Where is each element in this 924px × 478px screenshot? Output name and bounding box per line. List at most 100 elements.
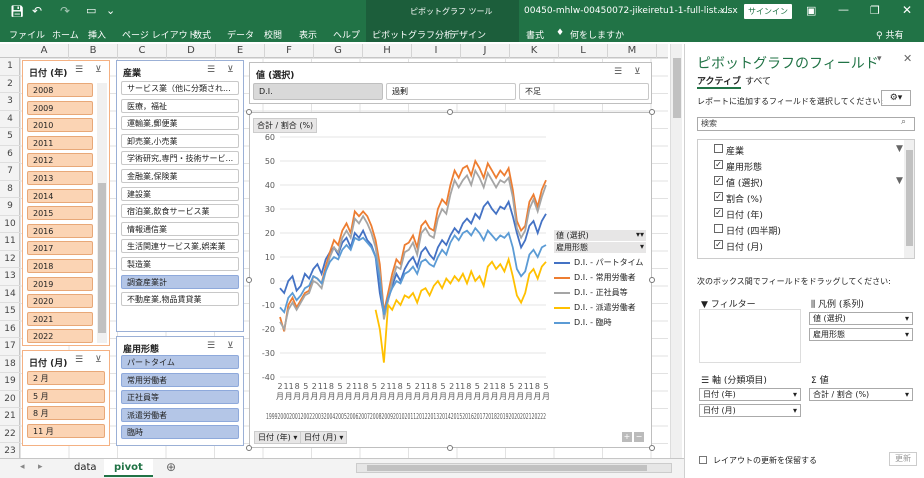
share-button[interactable]: ⚲ 共有: [876, 28, 903, 41]
row-header-16[interactable]: 16: [0, 321, 20, 338]
clear-filter-icon[interactable]: ⊻: [227, 65, 234, 75]
clear-filter-icon[interactable]: ⊻: [95, 355, 102, 365]
row-header-5[interactable]: 5: [0, 128, 20, 146]
slicer-industry-item[interactable]: 学術研究,専門・技術サービ...: [121, 151, 239, 166]
open-folder-icon[interactable]: ▭: [86, 4, 96, 17]
expand-field-icon[interactable]: +: [622, 432, 632, 442]
slicer-value[interactable]: 値 (選択) ☰ ⊻ D.I. 過剰 不足: [249, 62, 652, 104]
legend-entry[interactable]: D.I. - 臨時: [554, 316, 649, 331]
resize-handle[interactable]: [447, 445, 453, 451]
row-header-2[interactable]: 2: [0, 76, 20, 93]
slicer-value-item-di[interactable]: D.I.: [253, 83, 383, 100]
quick-access-dropdown-icon[interactable]: ⌄: [106, 4, 115, 17]
signin-button[interactable]: サインイン: [744, 4, 792, 19]
column-header-b[interactable]: B: [69, 44, 118, 58]
row-header-8[interactable]: 8: [0, 181, 20, 198]
resize-handle[interactable]: [246, 277, 252, 283]
values-item-ratio[interactable]: 合計 / 割合 (%) ▾: [809, 388, 913, 401]
multi-select-icon[interactable]: ☰: [207, 341, 215, 351]
value-field-button[interactable]: 合計 / 割合 (%): [253, 118, 318, 133]
slicer-year-item[interactable]: 2022: [27, 329, 93, 344]
row-header-13[interactable]: 13: [0, 268, 20, 286]
close-icon[interactable]: ✕: [902, 3, 912, 17]
column-header-a[interactable]: A: [20, 44, 69, 58]
slicer-industry-item[interactable]: 運輸業,郵便業: [121, 116, 239, 131]
slicer-industry-item[interactable]: 卸売業,小売業: [121, 133, 239, 148]
field-checkbox[interactable]: ✓: [714, 240, 723, 249]
field-checkbox[interactable]: ✓: [714, 176, 723, 185]
pane-options-dropdown-icon[interactable]: ▾: [877, 54, 882, 64]
field-list-scrollbar[interactable]: [904, 140, 914, 258]
legend-entry[interactable]: D.I. - 派遣労働者: [554, 301, 649, 316]
axis-field-year-button[interactable]: 日付 (年) ▾: [254, 431, 302, 444]
scrollbar-thumb[interactable]: [673, 58, 681, 118]
column-header-f[interactable]: F: [265, 44, 314, 58]
field-item[interactable]: ✓ 日付 (年): [714, 208, 763, 221]
row-header-17[interactable]: 17: [0, 338, 20, 356]
slicer-year-item[interactable]: 2019: [27, 276, 93, 291]
field-item[interactable]: ✓ 割合 (%): [714, 192, 762, 205]
tab-pivotchart-analyze[interactable]: ピボットグラフ分析: [372, 28, 453, 41]
scrollbar-thumb[interactable]: [98, 183, 106, 333]
defer-update-checkbox[interactable]: [699, 456, 707, 464]
tab-data[interactable]: データ: [227, 28, 254, 41]
tab-help[interactable]: ヘルプ: [333, 28, 360, 41]
update-button[interactable]: 更新: [889, 452, 917, 466]
resize-handle[interactable]: [649, 445, 655, 451]
slicer-industry-item[interactable]: 不動産業,物品賃貸業: [121, 292, 239, 307]
clear-filter-icon[interactable]: ⊻: [95, 65, 102, 75]
slicer-year-item[interactable]: 2020: [27, 294, 93, 309]
field-checkbox[interactable]: [714, 144, 723, 153]
tab-design[interactable]: デザイン: [450, 28, 486, 41]
pane-close-icon[interactable]: ✕: [903, 52, 912, 65]
slicer-year-item[interactable]: 2016: [27, 223, 93, 238]
slicer-employment-item[interactable]: 派遣労働者: [121, 407, 239, 422]
slicer-year-item[interactable]: 2012: [27, 153, 93, 168]
column-header-d[interactable]: D: [167, 44, 216, 58]
resize-handle[interactable]: [649, 277, 655, 283]
legend-field-employment-button[interactable]: 雇用形態 ▾: [554, 242, 646, 253]
row-header-22[interactable]: 22: [0, 426, 20, 443]
collapse-field-icon[interactable]: −: [634, 432, 644, 442]
save-icon[interactable]: 💾︎: [10, 5, 24, 18]
pane-settings-gear-icon[interactable]: ⚙▾: [881, 90, 911, 106]
scrollbar-thumb[interactable]: [906, 150, 913, 246]
column-header-j[interactable]: J: [461, 44, 510, 58]
undo-icon[interactable]: ↶: [32, 4, 42, 18]
area-filter-box[interactable]: [699, 309, 801, 363]
resize-handle[interactable]: [246, 109, 252, 115]
column-header-c[interactable]: C: [118, 44, 167, 58]
slicer-month-item[interactable]: 8 月: [27, 406, 105, 421]
legend-entry[interactable]: D.I. - 正社員等: [554, 286, 649, 301]
sheet-tab-pivot[interactable]: pivot: [104, 459, 153, 477]
restore-icon[interactable]: ❐: [870, 4, 880, 17]
field-checkbox[interactable]: ✓: [714, 208, 723, 217]
multi-select-icon[interactable]: ☰: [75, 355, 83, 365]
slicer-industry-item[interactable]: 生活関連サービス業,娯楽業: [121, 239, 239, 254]
tab-file[interactable]: ファイル: [9, 28, 45, 41]
slicer-value-item-excess[interactable]: 過剰: [386, 83, 516, 100]
slicer-industry-item[interactable]: 金融業,保険業: [121, 169, 239, 183]
field-item[interactable]: 産業 ▼: [714, 144, 903, 157]
tell-me-input[interactable]: 何をしますか: [570, 28, 624, 41]
field-list[interactable]: 産業 ▼ ✓ 雇用形態 ✓ 値 (選択) ▼ ✓ 割合 (%) ✓ 日付 (年) 日付 (四半期) ✓ 日…: [697, 139, 915, 259]
tab-review[interactable]: 校閲: [264, 28, 282, 41]
row-header-7[interactable]: 7: [0, 163, 20, 181]
column-header-m[interactable]: M: [608, 44, 657, 58]
row-header-21[interactable]: 21: [0, 408, 20, 426]
slicer-month-item[interactable]: 11 月: [27, 423, 105, 438]
series-line[interactable]: [279, 199, 547, 315]
axis-field-month-button[interactable]: 日付 (月) ▾: [300, 431, 348, 444]
tab-formulas[interactable]: 数式: [193, 28, 211, 41]
slicer-industry-item[interactable]: 医療，福祉: [121, 98, 239, 113]
multi-select-icon[interactable]: ☰: [75, 65, 83, 75]
slicer-employment-item[interactable]: 正社員等: [121, 390, 239, 405]
clear-filter-icon[interactable]: ⊻: [634, 67, 641, 77]
row-header-3[interactable]: 3: [0, 93, 20, 111]
slicer-employment[interactable]: 雇用形態 ☰ ⊻ パートタイム 常用労働者 正社員等 派遣労働者 臨時: [116, 336, 244, 446]
slicer-year-item[interactable]: 2017: [27, 241, 93, 256]
row-header-10[interactable]: 10: [0, 216, 20, 233]
tab-home[interactable]: ホーム: [52, 28, 79, 41]
slicer-industry-item[interactable]: サービス業（他に分類され...: [121, 81, 239, 95]
slicer-industry[interactable]: 産業 ☰ ⊻ サービス業（他に分類され... 医療，福祉 運輸業,郵便業 卸売業,小売…: [116, 60, 244, 332]
